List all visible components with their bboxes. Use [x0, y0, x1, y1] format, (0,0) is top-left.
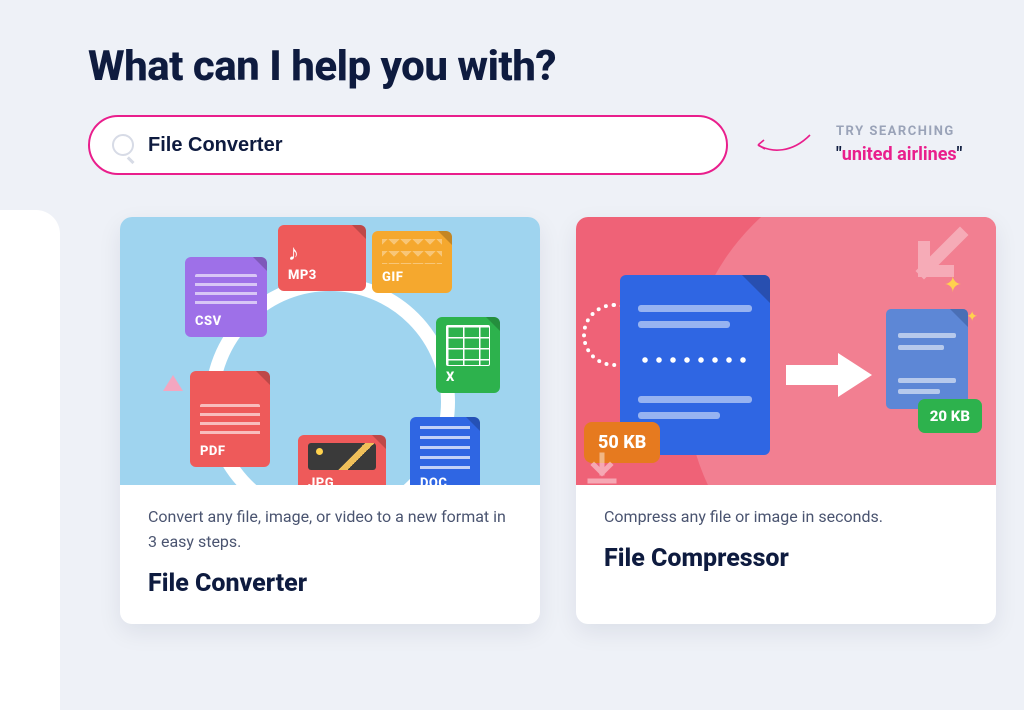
hint-example: "united airlines" — [836, 142, 962, 167]
size-after-badge: 20 KB — [918, 399, 982, 433]
file-tile-xls: X — [436, 317, 500, 393]
sparkle-icon: ✦ — [966, 309, 978, 325]
file-tile-doc: DOC — [410, 417, 480, 485]
search-row: TRY SEARCHING "united airlines" — [88, 115, 1024, 175]
cards-row: CSV MP3 GIF X DOC JPG PDF — [88, 217, 1024, 624]
hint-arrow-icon — [752, 131, 812, 159]
file-tile-mp3: MP3 — [278, 225, 366, 291]
card-illustration: CSV MP3 GIF X DOC JPG PDF — [120, 217, 540, 485]
file-tile-csv: CSV — [185, 257, 267, 337]
card-title: File Converter — [148, 569, 512, 598]
file-tile-jpg: JPG — [298, 435, 386, 485]
download-icon — [584, 451, 620, 485]
file-tile-pdf: PDF — [190, 371, 270, 467]
search-box[interactable] — [88, 115, 728, 175]
card-file-compressor[interactable]: ✦ ✦ 50 KB 20 KB — [576, 217, 996, 624]
card-file-converter[interactable]: CSV MP3 GIF X DOC JPG PDF — [120, 217, 540, 624]
card-description: Compress any file or image in seconds. — [604, 505, 968, 530]
card-description: Convert any file, image, or video to a n… — [148, 505, 512, 555]
search-input[interactable] — [148, 134, 704, 157]
file-tile-gif: GIF — [372, 231, 452, 293]
search-hint: TRY SEARCHING "united airlines" — [836, 123, 962, 166]
background-panel — [0, 210, 60, 710]
search-icon — [112, 134, 134, 156]
card-illustration: ✦ ✦ 50 KB 20 KB — [576, 217, 996, 485]
page-title: What can I help you with? — [88, 42, 1024, 91]
arrow-up-icon — [163, 375, 183, 391]
document-small-icon — [886, 309, 968, 409]
card-title: File Compressor — [604, 544, 968, 573]
sparkle-icon: ✦ — [944, 273, 962, 298]
hint-label: TRY SEARCHING — [836, 123, 962, 141]
arrow-right-icon — [782, 347, 876, 407]
arrow-down-left-icon — [904, 223, 974, 297]
